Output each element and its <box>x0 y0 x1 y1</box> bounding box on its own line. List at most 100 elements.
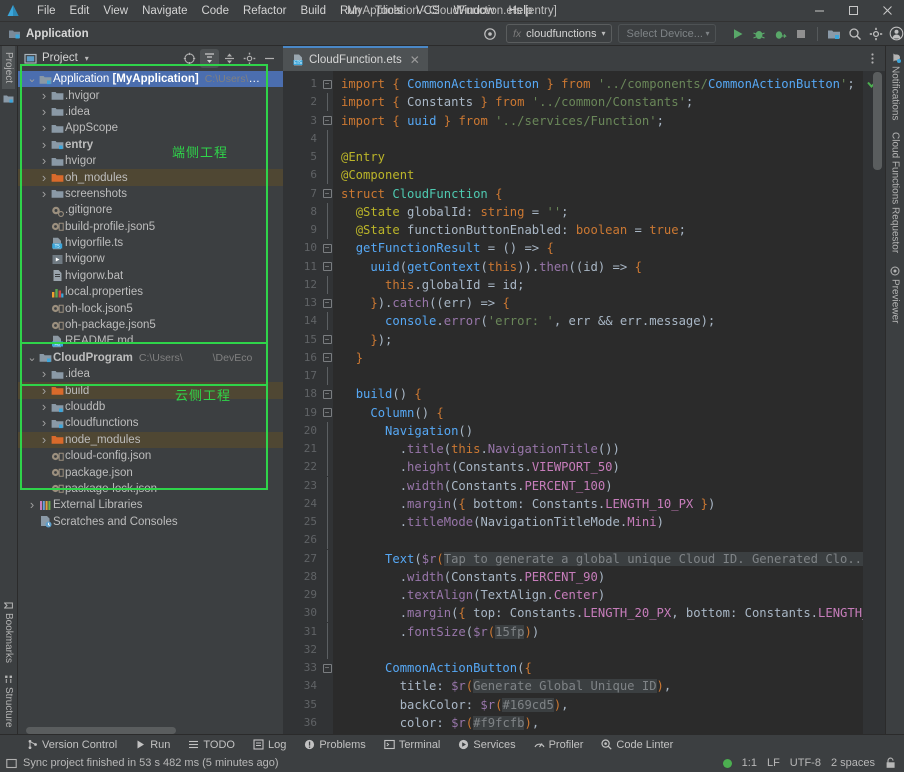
rail-bookmarks-button[interactable]: Bookmarks <box>2 595 15 669</box>
search-icon[interactable] <box>845 24 865 44</box>
chevron-right-icon-node[interactable]: › <box>38 154 50 167</box>
tree-node-cloud-config-json[interactable]: cloud-config.json <box>18 448 283 464</box>
chevron-right-icon-node[interactable]: › <box>38 89 50 102</box>
device-selector[interactable]: Select Device... ▾ <box>617 24 716 43</box>
tree-node-local-properties[interactable]: local.properties <box>18 284 283 300</box>
tree-node-oh-package-json5[interactable]: oh-package.json5 <box>18 317 283 333</box>
editor-vertical-scrollbar[interactable] <box>873 72 882 170</box>
chevron-right-icon-node[interactable]: › <box>38 105 50 118</box>
tree-node-entry[interactable]: › entry <box>18 137 283 153</box>
tool-window-run[interactable]: Run <box>126 735 179 755</box>
chevron-right-icon-node[interactable]: › <box>38 367 50 380</box>
editor-markup-gutter[interactable] <box>863 71 885 734</box>
chevron-down-icon-node[interactable]: ⌄ <box>26 74 38 85</box>
tree-node-appscope[interactable]: › AppScope <box>18 120 283 136</box>
gear-icon-project[interactable] <box>240 49 259 68</box>
tool-window-version-control[interactable]: Version Control <box>18 735 126 755</box>
fold-toggle[interactable]: − <box>321 75 333 93</box>
caret-position[interactable]: 1:1 <box>742 757 757 769</box>
source-code[interactable]: import { CommonActionButton } from '../c… <box>333 71 863 734</box>
menu-code[interactable]: Code <box>194 3 236 19</box>
close-button[interactable] <box>870 0 904 22</box>
chevron-right-icon-node[interactable]: › <box>38 416 50 429</box>
tree-node-scratches-and-consoles[interactable]: Scratches and Consoles <box>18 514 283 530</box>
maximize-button[interactable] <box>836 0 870 22</box>
attach-debugger-button[interactable] <box>770 24 790 44</box>
fold-toggle[interactable]: − <box>321 349 333 367</box>
menu-run[interactable]: Run <box>333 3 368 19</box>
rail-cloud-functions-button[interactable]: Cloud Functions Requestor <box>889 126 902 259</box>
tree-node-package-json[interactable]: package.json <box>18 464 283 480</box>
project-tree[interactable]: ⌄Application [MyApplication]C:\Users\11›… <box>18 70 283 734</box>
tree-node--hvigor[interactable]: › .hvigor <box>18 87 283 103</box>
chevron-right-icon-node[interactable]: › <box>38 171 50 184</box>
tree-node-package-lock-json[interactable]: package-lock.json <box>18 481 283 497</box>
tree-node-cloudprogram[interactable]: ⌄ CloudProgram C:\Users\ \DevEco <box>18 350 283 366</box>
menu-window[interactable]: Window <box>447 3 502 19</box>
expand-all-icon[interactable] <box>200 48 219 68</box>
rail-structure-button[interactable]: Structure <box>2 669 15 734</box>
menu-navigate[interactable]: Navigate <box>135 3 194 19</box>
line-separator[interactable]: LF <box>767 757 780 769</box>
tree-node--idea[interactable]: › .idea <box>18 366 283 382</box>
tree-node-external-libraries[interactable]: › External Libraries <box>18 497 283 513</box>
chevron-right-icon-node[interactable]: › <box>38 400 50 413</box>
stop-button[interactable] <box>791 24 811 44</box>
tool-window-log[interactable]: Log <box>244 735 295 755</box>
rail-notifications-button[interactable]: Notifications <box>889 46 902 126</box>
rail-project-button[interactable]: Project <box>2 46 15 90</box>
scroll-from-source-icon[interactable] <box>180 49 199 68</box>
run-button[interactable] <box>728 24 748 44</box>
fold-toggle[interactable]: − <box>321 294 333 312</box>
fold-toggle[interactable]: − <box>321 331 333 349</box>
chevron-right-icon-node[interactable]: › <box>38 433 50 446</box>
tree-node-oh-modules[interactable]: › oh_modules <box>18 169 283 186</box>
menu-help[interactable]: Help <box>502 3 540 19</box>
rail-previewer-button[interactable]: Previewer <box>889 260 902 329</box>
chevron-down-icon-node[interactable]: ⌄ <box>26 352 38 363</box>
chevron-right-icon-node[interactable]: › <box>26 498 38 511</box>
fold-toggle[interactable]: − <box>321 404 333 422</box>
menu-view[interactable]: View <box>96 3 135 19</box>
fold-toggle[interactable]: − <box>321 258 333 276</box>
tree-node-clouddb[interactable]: › clouddb <box>18 399 283 415</box>
tree-node-hvigorw[interactable]: hvigorw <box>18 251 283 267</box>
tree-node-build-profile-json5[interactable]: build-profile.json5 <box>18 219 283 235</box>
close-icon-tab[interactable]: ✕ <box>410 53 420 67</box>
fold-toggle[interactable]: − <box>321 385 333 403</box>
tool-window-profiler[interactable]: Profiler <box>525 735 593 755</box>
account-avatar-icon[interactable] <box>887 24 904 44</box>
fold-toggle[interactable]: − <box>321 112 333 130</box>
tree-node-hvigor[interactable]: › hvigor <box>18 153 283 169</box>
tool-window-todo[interactable]: TODO <box>179 735 244 755</box>
tree-node-hvigorfile-ts[interactable]: TS hvigorfile.ts <box>18 235 283 251</box>
fold-toggle[interactable]: − <box>321 659 333 677</box>
chevron-right-icon-node[interactable]: › <box>38 187 50 200</box>
tool-window-terminal[interactable]: Terminal <box>375 735 450 755</box>
editor-tab-options[interactable] <box>866 46 885 71</box>
debug-button[interactable] <box>749 24 769 44</box>
tree-node-node-modules[interactable]: › node_modules <box>18 431 283 448</box>
tool-window-problems[interactable]: Problems <box>295 735 374 755</box>
lock-icon[interactable] <box>885 757 896 769</box>
fold-toggle[interactable]: − <box>321 239 333 257</box>
collapse-all-icon[interactable] <box>220 49 239 68</box>
menu-edit[interactable]: Edit <box>63 3 97 19</box>
menu-tools[interactable]: Tools <box>368 3 409 19</box>
indent-setting[interactable]: 2 spaces <box>831 757 875 769</box>
tree-node-hvigorw-bat[interactable]: hvigorw.bat <box>18 268 283 284</box>
hide-panel-icon[interactable] <box>260 49 279 68</box>
menu-build[interactable]: Build <box>293 3 333 19</box>
tool-window-services[interactable]: Services <box>449 735 524 755</box>
chevron-right-icon-node[interactable]: › <box>38 121 50 134</box>
chevron-right-icon-node[interactable]: › <box>38 384 50 397</box>
tree-node-application[interactable]: ⌄ Application [MyApplication]C:\Users\11 <box>18 71 283 88</box>
tool-window-code-linter[interactable]: Code Linter <box>592 735 682 755</box>
tree-horizontal-scrollbar[interactable] <box>18 727 283 734</box>
tree-node-oh-lock-json5[interactable]: oh-lock.json5 <box>18 300 283 316</box>
tree-node--gitignore[interactable]: .gitignore <box>18 202 283 218</box>
minimize-button[interactable] <box>802 0 836 22</box>
tree-node-screenshots[interactable]: › screenshots <box>18 186 283 202</box>
toolbar-project-chip[interactable]: Application <box>0 27 89 40</box>
chevron-right-icon-node[interactable]: › <box>38 138 50 151</box>
